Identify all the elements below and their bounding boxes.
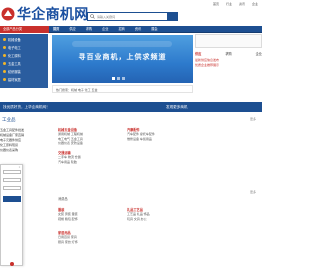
product-list: 五金工具配件批发 机械设备厂家直销 电子元器件供应 化工原料现货 仪器仪表采购 — [0, 128, 52, 153]
link-row[interactable]: 玩具 文具 办公 — [127, 217, 150, 222]
popup-field[interactable] — [3, 186, 21, 190]
link-row[interactable]: 鞋帽 箱包 配饰 — [58, 217, 78, 222]
list-item[interactable]: 仪器仪表采购 — [0, 148, 52, 153]
right-panel: 供应 求购 企业 最新供应信息发布 优质企业推荐展示 — [195, 34, 262, 67]
bullet-icon — [3, 46, 6, 49]
carousel-dot[interactable] — [122, 77, 125, 80]
close-icon[interactable]: × — [18, 166, 21, 169]
column-links: 日用百货 家具 厨具 家纺 灯饰 — [58, 235, 78, 244]
band-right-text[interactable]: 发现更多商机 — [166, 102, 188, 112]
sidebar-item[interactable]: 电子电工 — [3, 45, 48, 50]
bullet-icon — [3, 78, 6, 81]
top-link[interactable]: 资讯 — [239, 2, 245, 7]
list-item[interactable]: 优质企业推荐展示 — [195, 63, 262, 68]
popup-submit-button[interactable] — [3, 196, 21, 202]
logo-icon — [1, 7, 15, 21]
bullet-icon — [3, 54, 6, 57]
top-link[interactable]: 首页 — [213, 2, 219, 7]
banner-decoration — [72, 41, 172, 47]
logo-text: 华企商机网 — [17, 6, 89, 22]
section-title: 消费品 — [58, 197, 68, 201]
sidebar-item-label: 纺织服装 — [8, 70, 21, 74]
carousel-dot[interactable] — [112, 77, 115, 80]
nav-buy[interactable]: 求购 — [86, 26, 92, 33]
right-tabs: 供应 求购 企业 — [195, 51, 262, 56]
sidebar-item[interactable]: 建材家居 — [3, 77, 48, 82]
link-row[interactable]: 通用机械 工程机械 — [58, 132, 83, 137]
nav-expo[interactable]: 展会 — [151, 26, 157, 33]
search-box — [87, 12, 168, 21]
sidebar-item-label: 化工原料 — [8, 54, 21, 58]
column-links: 女装 男装 童装 鞋帽 箱包 配饰 — [58, 212, 78, 221]
promo-band: 找优质好货，上华企商机网！ 发现更多商机 — [0, 102, 262, 112]
sidebar-item-label: 电子电工 — [8, 46, 21, 50]
sidebar-item[interactable]: 五金工具 — [3, 61, 48, 66]
column-links: 二手车 物流 仓储 汽车用品 轮胎 — [58, 155, 81, 164]
category-sidebar: 机械设备 电子电工 化工原料 五金工具 纺织服装 建材家居 — [0, 34, 48, 88]
logo[interactable]: 华企商机网 — [0, 4, 89, 24]
column-links: 通用机械 工程机械 电工电气 五金工具 仪器仪表 安防设备 — [58, 132, 83, 146]
column-links: 汽车配件 摩托车配件 维修设备 车载用品 — [127, 132, 155, 141]
band-left-text[interactable]: 找优质好货，上华企商机网！ — [3, 102, 50, 112]
hot-search: 热门搜索：机械 电子 化工 五金 — [52, 85, 193, 93]
nav-company[interactable]: 企业 — [102, 26, 108, 33]
more-link[interactable]: 更多 — [250, 190, 256, 194]
search-input[interactable] — [97, 13, 157, 20]
bullet-icon — [3, 62, 6, 65]
tab-buy[interactable]: 求购 — [225, 51, 231, 56]
search-button[interactable] — [168, 12, 178, 21]
link-row[interactable]: 日用百货 家具 — [58, 235, 78, 240]
main-nav: 全部产品分类 首页 供应 求购 企业 招商 资讯 展会 — [0, 26, 262, 33]
search-icon — [90, 14, 95, 19]
column-links: 工艺品 礼品 饰品 玩具 文具 办公 — [127, 212, 150, 221]
sidebar-item-label: 机械设备 — [8, 38, 21, 42]
banner-headline: 寻百业商机，上供求频道 — [78, 54, 167, 61]
nav-home[interactable]: 首页 — [53, 26, 59, 33]
nav-news[interactable]: 资讯 — [135, 26, 141, 33]
link-row[interactable]: 维修设备 车载用品 — [127, 137, 155, 142]
hero-banner[interactable]: 寻百业商机，上供求频道 — [52, 35, 193, 83]
link-row[interactable]: 汽车配件 摩托车配件 — [127, 132, 155, 137]
carousel-indicators — [112, 77, 125, 80]
popup-field[interactable] — [3, 178, 21, 182]
sidebar-item-label: 五金工具 — [8, 62, 21, 66]
side-popup: × — [0, 164, 23, 266]
bullet-icon — [3, 70, 6, 73]
sidebar-item[interactable]: 化工原料 — [3, 53, 48, 58]
link-row[interactable]: 仪器仪表 安防设备 — [58, 141, 83, 146]
link-row[interactable]: 工艺品 礼品 饰品 — [127, 212, 150, 217]
top-links: 首页 行业 资讯 企业 — [116, 2, 258, 7]
tab-company[interactable]: 企业 — [256, 51, 262, 56]
section-title: 工业品 — [2, 117, 16, 122]
sidebar-item[interactable]: 机械设备 — [3, 37, 48, 42]
top-link[interactable]: 企业 — [252, 2, 258, 7]
login-box — [195, 34, 262, 48]
more-link[interactable]: 更多 — [250, 117, 256, 121]
right-list: 最新供应信息发布 优质企业推荐展示 — [195, 58, 262, 67]
top-link[interactable]: 行业 — [226, 2, 232, 7]
nav-invest[interactable]: 招商 — [119, 26, 125, 33]
status-dot — [10, 262, 14, 266]
link-row[interactable]: 女装 男装 童装 — [58, 212, 78, 217]
sidebar-item-label: 建材家居 — [8, 78, 21, 82]
category-menu[interactable]: 全部产品分类 — [0, 26, 49, 33]
link-row[interactable]: 汽车用品 轮胎 — [58, 160, 81, 165]
sidebar-item[interactable]: 纺织服装 — [3, 69, 48, 74]
tab-supply[interactable]: 供应 — [195, 51, 201, 56]
link-row[interactable]: 二手车 物流 仓储 — [58, 155, 81, 160]
bullet-icon — [3, 38, 6, 41]
link-row[interactable]: 厨具 家纺 灯饰 — [58, 240, 78, 245]
nav-supply[interactable]: 供应 — [69, 26, 75, 33]
popup-field[interactable] — [3, 170, 21, 174]
carousel-dot[interactable] — [117, 77, 120, 80]
